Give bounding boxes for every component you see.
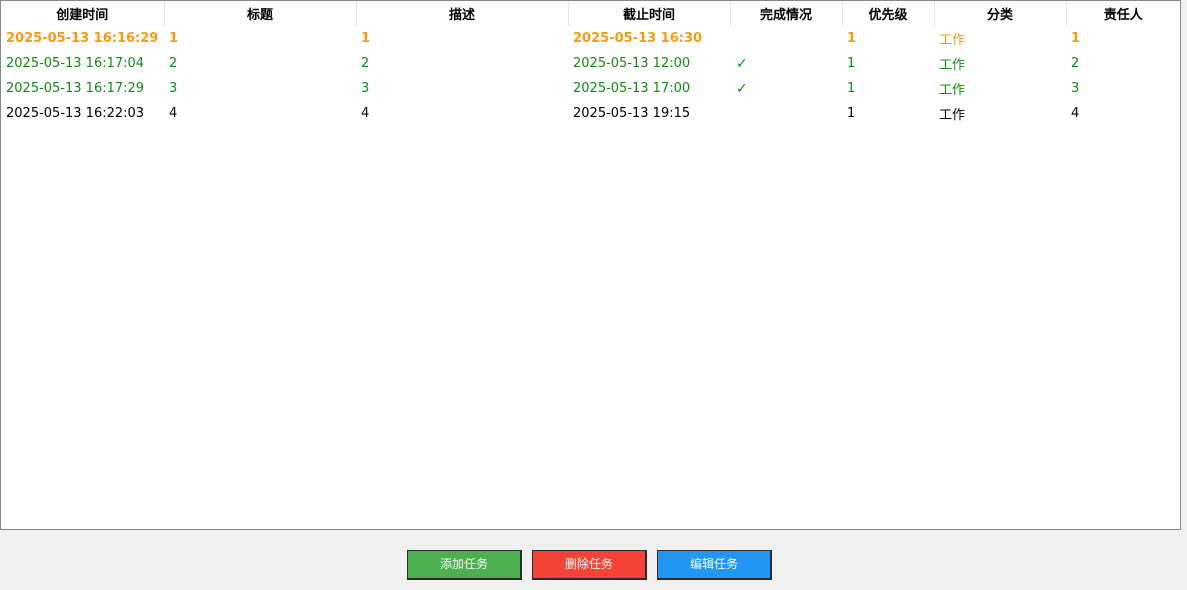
table-header: 创建时间 标题 描述 截止时间 完成情况 优先级 分类 责任人	[1, 1, 1180, 26]
column-header-priority[interactable]: 优先级	[842, 1, 935, 26]
cell-category: 工作	[939, 33, 966, 48]
cell-category: 工作	[939, 108, 966, 123]
column-header-category[interactable]: 分类	[934, 1, 1067, 26]
cell-owner: 3	[1071, 81, 1080, 96]
table-row[interactable]: 2025-05-13 16:17:29 3 3 2025-05-13 17:00…	[1, 76, 1180, 101]
cell-category: 工作	[939, 83, 966, 98]
column-header-owner[interactable]: 责任人	[1066, 1, 1180, 26]
cell-title: 2	[169, 56, 178, 71]
task-table-grid[interactable]: 创建时间 标题 描述 截止时间 完成情况 优先级 分类 责任人 2025-05-…	[1, 1, 1180, 126]
cell-deadline: 2025-05-13 16:30	[573, 31, 703, 46]
cell-done: ✓	[736, 55, 748, 72]
cell-created: 2025-05-13 16:22:03	[6, 106, 145, 121]
cell-created: 2025-05-13 16:16:29	[6, 31, 159, 46]
column-header-created[interactable]: 创建时间	[1, 1, 165, 26]
cell-priority: 1	[847, 56, 856, 71]
cell-created: 2025-05-13 16:17:04	[6, 56, 145, 71]
cell-deadline: 2025-05-13 12:00	[573, 56, 691, 71]
task-table[interactable]: 创建时间 标题 描述 截止时间 完成情况 优先级 分类 责任人 2025-05-…	[0, 0, 1181, 530]
cell-done	[730, 26, 842, 51]
add-task-button[interactable]: 添加任务	[407, 550, 522, 580]
cell-owner: 1	[1071, 31, 1081, 46]
cell-done	[730, 101, 842, 126]
cell-deadline: 2025-05-13 19:15	[573, 106, 691, 121]
table-body: 2025-05-13 16:16:29 1 1 2025-05-13 16:30…	[1, 26, 1180, 126]
table-row[interactable]: 2025-05-13 16:17:04 2 2 2025-05-13 12:00…	[1, 51, 1180, 76]
cell-description: 1	[361, 31, 371, 46]
cell-description: 3	[361, 81, 370, 96]
delete-task-button[interactable]: 删除任务	[532, 550, 647, 580]
action-button-bar: 添加任务 删除任务 编辑任务	[0, 550, 1187, 580]
cell-created: 2025-05-13 16:17:29	[6, 81, 145, 96]
cell-deadline: 2025-05-13 17:00	[573, 81, 691, 96]
cell-priority: 1	[847, 106, 856, 121]
cell-title: 1	[169, 31, 179, 46]
column-header-title[interactable]: 标题	[164, 1, 357, 26]
cell-priority: 1	[847, 81, 856, 96]
cell-title: 3	[169, 81, 178, 96]
cell-done: ✓	[736, 80, 748, 97]
cell-title: 4	[169, 106, 178, 121]
cell-owner: 4	[1071, 106, 1080, 121]
cell-description: 4	[361, 106, 370, 121]
table-row[interactable]: 2025-05-13 16:16:29 1 1 2025-05-13 16:30…	[1, 26, 1180, 51]
column-header-description[interactable]: 描述	[356, 1, 569, 26]
table-row[interactable]: 2025-05-13 16:22:03 4 4 2025-05-13 19:15…	[1, 101, 1180, 126]
edit-task-button[interactable]: 编辑任务	[657, 550, 772, 580]
column-header-deadline[interactable]: 截止时间	[568, 1, 731, 26]
cell-priority: 1	[847, 31, 857, 46]
cell-category: 工作	[939, 58, 966, 73]
cell-owner: 2	[1071, 56, 1080, 71]
cell-description: 2	[361, 56, 370, 71]
column-header-done[interactable]: 完成情况	[730, 1, 843, 26]
